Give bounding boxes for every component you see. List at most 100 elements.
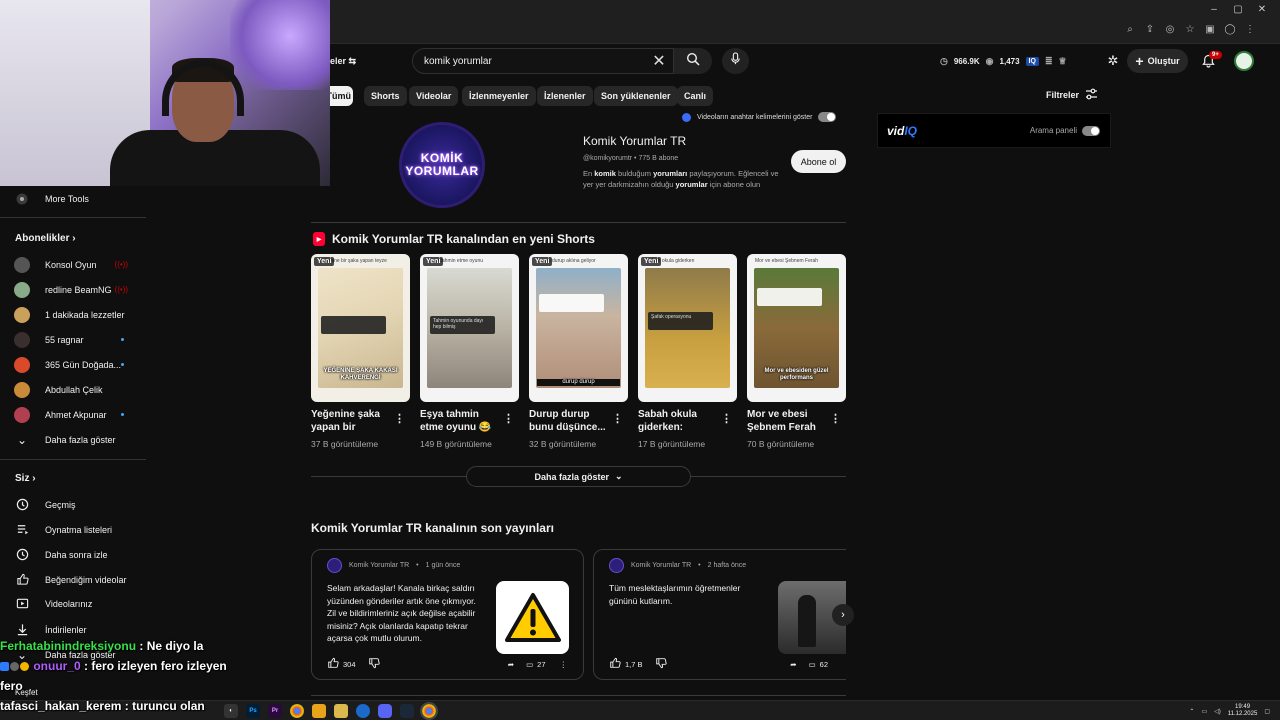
chip-recently-uploaded[interactable]: Son yüklenenler [594, 86, 678, 106]
sidebar-item-liked-videos[interactable]: Beğendiğim videolar [0, 567, 146, 592]
thumbs-up-icon[interactable] [327, 657, 339, 671]
short-title[interactable]: Yeğenine şaka yapan bir teyze... [311, 408, 391, 434]
sidebar-subscription-item[interactable]: redline BeamNG ((•)) [0, 277, 146, 302]
chip-videos[interactable]: Videolar [409, 86, 459, 106]
community-post[interactable]: Komik Yorumlar TR • 2 hafta önce Tüm mes… [593, 549, 846, 680]
thumbs-up-icon[interactable] [609, 657, 621, 671]
comment-icon[interactable]: ▭ [809, 660, 816, 669]
subscriptions-heading[interactable]: Abonelikler › [15, 233, 76, 244]
sidebar-subscription-item[interactable]: 55 ragnar [0, 327, 146, 352]
show-more-shorts-button[interactable]: Daha fazla göster ⌄ [466, 466, 691, 487]
notifications-icon[interactable]: ▢ [1264, 708, 1270, 715]
more-options-icon[interactable]: ⋮ [612, 412, 623, 425]
channel-avatar[interactable]: KOMİK YORUMLAR [399, 122, 485, 208]
search-box[interactable]: komik yorumlar ✕ [412, 48, 674, 74]
subscribe-button[interactable]: Abone ol [791, 150, 846, 173]
partial-filter-label[interactable]: eler ⇆ [330, 56, 356, 67]
discord-icon[interactable] [378, 704, 392, 718]
short-title[interactable]: Eşya tahmin etme oyunu 😂 ... [420, 408, 500, 434]
short-title[interactable]: Mor ve ebesi Şebnem Ferah ... [747, 408, 827, 434]
clock[interactable]: 19:49 11.12.2025 [1228, 704, 1258, 718]
short-thumbnail[interactable]: Yeğenine bir şaka yapan teyze YEĞENİNE Ş… [311, 254, 410, 402]
short-title[interactable]: Sabah okula giderken: [638, 408, 718, 434]
minimize-button[interactable]: – [1202, 2, 1226, 18]
more-options-icon[interactable]: ⋮ [830, 412, 841, 425]
warning-image[interactable] [496, 581, 569, 654]
zoom-icon[interactable]: ⌕ [1124, 24, 1136, 35]
more-options-icon[interactable]: ⋮ [560, 660, 568, 669]
chip-watched[interactable]: İzlenenler [537, 86, 593, 106]
steam-icon-2[interactable] [400, 704, 414, 718]
profile-icon[interactable]: ◯ [1224, 24, 1236, 35]
eye-off-icon[interactable]: ◎ [1164, 24, 1176, 35]
sidebar-subscription-item[interactable]: Abdullah Çelik [0, 377, 146, 402]
chip-shorts[interactable]: Shorts [364, 86, 407, 106]
more-options-icon[interactable]: ⋮ [394, 412, 405, 425]
chip-live[interactable]: Canlı [677, 86, 714, 106]
short-thumbnail[interactable]: Durup durup aklına geliyor durup durup Y… [529, 254, 628, 402]
account-avatar[interactable] [1234, 51, 1254, 71]
photoshop-icon[interactable]: Ps [246, 704, 260, 718]
chrome-icon-2[interactable] [420, 702, 438, 720]
premiere-icon[interactable]: Pr [268, 704, 282, 718]
subscriptions-show-more[interactable]: ⌄ Daha fazla göster [0, 427, 146, 452]
close-window-button[interactable]: ✕ [1250, 2, 1274, 18]
more-options-icon[interactable]: ⋮ [721, 412, 732, 425]
sidebar-item-watch-later[interactable]: Daha sonra izle [0, 542, 146, 567]
tray-chevron-icon[interactable]: ⌃ [1189, 708, 1194, 715]
post-author-avatar[interactable] [609, 558, 624, 573]
sidebar-item-your-videos[interactable]: Videolarınız [0, 591, 146, 616]
short-card[interactable]: Yeğenine bir şaka yapan teyze YEĞENİNE Ş… [311, 254, 410, 449]
comment-icon[interactable]: ▭ [526, 660, 533, 669]
short-thumbnail[interactable]: Eşya tahmin etme oyunu Tahmin oyununda d… [420, 254, 519, 402]
short-title[interactable]: Durup durup bunu düşünce... [529, 408, 609, 434]
voice-search-button[interactable] [722, 48, 749, 74]
channel-name[interactable]: Komik Yorumlar TR [583, 134, 686, 148]
more-options-icon[interactable]: ⋮ [503, 412, 514, 425]
post-author[interactable]: Komik Yorumlar TR [349, 562, 409, 569]
share-icon[interactable]: ➦ [508, 660, 514, 669]
sidebar-subscription-item[interactable]: Ahmet Akpunar [0, 402, 146, 427]
short-card[interactable]: Sabah okula giderken Şafak operasyonu Ye… [638, 254, 737, 449]
gear-icon[interactable]: ✲ [1104, 52, 1122, 70]
next-arrow-button[interactable]: › [832, 604, 854, 626]
you-heading[interactable]: Siz › [15, 473, 36, 484]
community-post[interactable]: Komik Yorumlar TR • 1 gün önce Selam ark… [311, 549, 584, 680]
list-icon[interactable]: ≣ [1045, 56, 1053, 67]
clear-search-icon[interactable]: ✕ [651, 51, 667, 71]
sidebar-item-more-tools[interactable]: More Tools [0, 186, 146, 211]
search-input[interactable]: komik yorumlar [424, 56, 651, 67]
share-icon[interactable]: ➦ [790, 660, 796, 669]
thumbs-down-icon[interactable] [655, 657, 667, 671]
search-panel-toggle[interactable] [1082, 125, 1100, 136]
chrome-icon[interactable] [290, 704, 304, 718]
short-card[interactable]: Durup durup aklına geliyor durup durup Y… [529, 254, 628, 449]
short-card[interactable]: Eşya tahmin etme oyunu Tahmin oyununda d… [420, 254, 519, 449]
short-card[interactable]: Mor ve ebesi Şebnem Ferah Mor ve ebeside… [747, 254, 846, 449]
maximize-button[interactable]: ▢ [1226, 2, 1250, 18]
trophy-icon[interactable]: ♕ [1058, 56, 1066, 67]
search-button[interactable] [674, 48, 712, 74]
sidebar-subscription-item[interactable]: 1 dakikada lezzetler [0, 302, 146, 327]
sidebar-item-playlists[interactable]: Oynatma listeleri [0, 517, 146, 542]
vidiq-badge-icon[interactable]: IQ [1025, 56, 1039, 66]
files-icon[interactable] [334, 704, 348, 718]
folder-icon[interactable] [312, 704, 326, 718]
extensions-icon[interactable]: ▣ [1204, 24, 1216, 35]
chip-unwatched[interactable]: İzlenmeyenler [462, 86, 536, 106]
chip-all[interactable]: Tümü [327, 86, 353, 106]
filters-button[interactable]: Filtreler [1046, 88, 1098, 102]
post-author-avatar[interactable] [327, 558, 342, 573]
star-icon[interactable]: ☆ [1184, 24, 1196, 35]
thumbs-down-icon[interactable] [368, 657, 380, 671]
keywords-toggle[interactable] [818, 112, 837, 122]
sidebar-subscription-item[interactable]: Konsol Oyun ((•)) [0, 252, 146, 277]
share-icon[interactable]: ⇪ [1144, 24, 1156, 35]
volume-icon[interactable]: ◁) [1214, 708, 1221, 715]
menu-icon[interactable]: ⋮ [1244, 24, 1256, 35]
sidebar-item-history[interactable]: Geçmiş [0, 492, 146, 517]
short-thumbnail[interactable]: Mor ve ebesi Şebnem Ferah Mor ve ebeside… [747, 254, 846, 402]
network-icon[interactable]: ▭ [1201, 708, 1207, 715]
create-button[interactable]: + Oluştur [1127, 49, 1188, 73]
post-author[interactable]: Komik Yorumlar TR [631, 562, 691, 569]
